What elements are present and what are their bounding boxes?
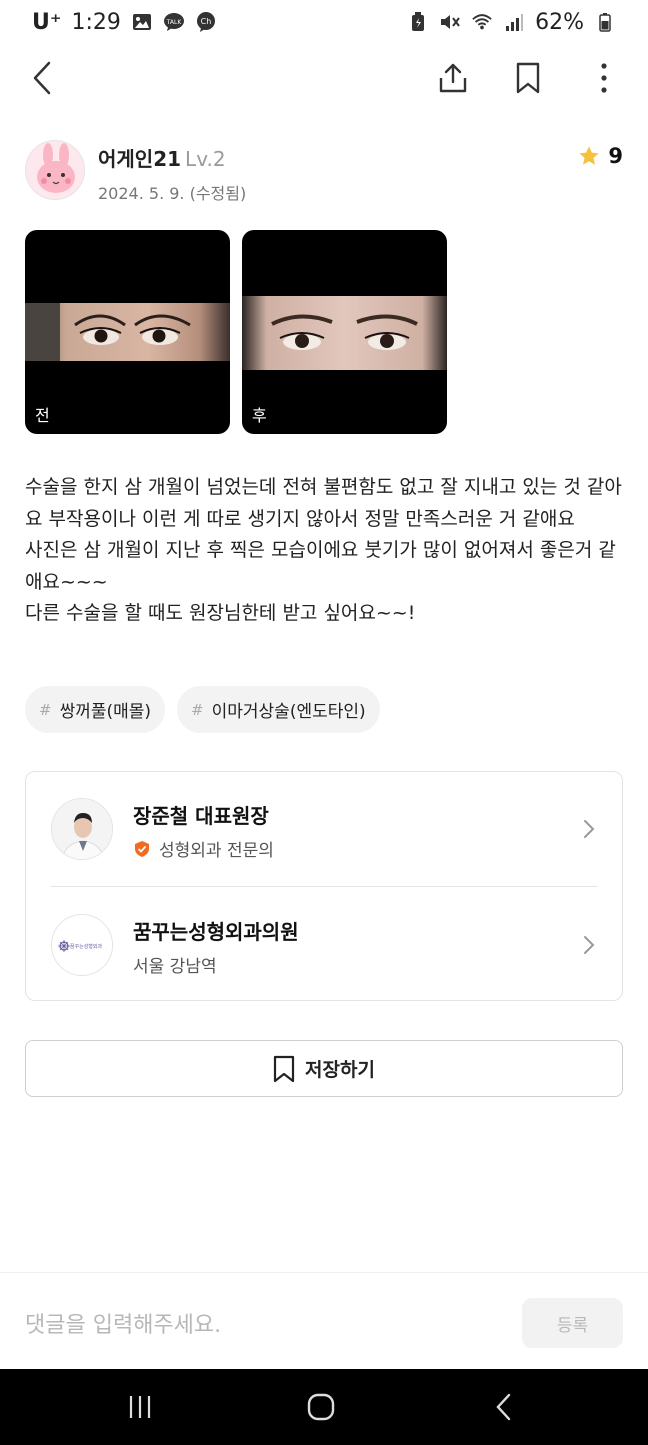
tag-chip[interactable]: # 쌍꺼풀(매몰) [25,686,166,733]
review-author: 어게인21 Lv.2 2024. 5. 9. (수정됨) 9 [25,140,623,203]
rating-value: 9 [608,144,623,168]
wifi-icon [471,11,493,33]
doctor-clinic-card: 장준철 대표원장 성형외과 전문의 꿈꾸는성형외과 꿈꾸는성형외과의원 서울 강… [25,771,623,1001]
doctor-specialty-line: 성형외과 전문의 [133,836,274,861]
battery-icon [594,11,616,33]
author-level: Lv.2 [185,147,226,171]
review-photos: 전 후 [25,230,447,434]
photo-before[interactable]: 전 [25,230,230,434]
doctor-row[interactable]: 장준철 대표원장 성형외과 전문의 [26,772,622,886]
status-bar: U⁺ 1:29 TALK Ch 62% [0,0,648,44]
comment-input[interactable]: 댓글을 입력해주세요. [25,1307,221,1339]
review-text: 수술을 한지 삼 개월이 넘었는데 전혀 불편함도 없고 잘 지내고 있는 것 … [25,476,622,624]
star-icon [579,146,599,165]
doctor-specialty: 성형외과 전문의 [159,841,274,861]
avatar[interactable] [25,140,85,200]
clinic-logo: 꿈꾸는성형외과 [51,914,113,976]
kakaotalk-icon: TALK [163,11,185,33]
status-time: 1:29 [71,9,121,35]
tag-chip[interactable]: # 이마거상술(엔도타인) [177,686,380,733]
divider [50,886,598,887]
recent-apps-icon[interactable] [118,1387,162,1427]
more-vertical-icon[interactable] [582,56,626,100]
carrier-label: U⁺ [32,9,62,35]
doctor-avatar [51,798,113,860]
save-button-label: 저장하기 [305,1059,375,1081]
share-icon[interactable] [431,56,475,100]
tag-list: # 쌍꺼풀(매몰) # 이마거상술(엔도타인) [25,686,380,733]
tag-label: 이마거상술(엔도타인) [211,702,366,722]
clinic-location: 서울 강남역 [133,952,217,977]
hash-icon: # [39,700,52,719]
back-arrow-icon[interactable] [20,56,64,100]
bookmark-icon[interactable] [506,56,550,100]
chevron-right-icon [584,936,595,954]
home-icon[interactable] [299,1387,343,1427]
svg-text:Ch: Ch [201,17,212,26]
svg-text:꿈꾸는성형외과: 꿈꾸는성형외과 [70,943,103,950]
rating: 9 [578,144,623,168]
signal-icon [503,11,525,33]
doctor-name: 장준철 대표원장 [133,804,269,828]
specialist-badge-icon [135,840,149,857]
battery-percent: 62% [535,9,584,35]
photo-label-before: 전 [35,406,50,425]
eyes-after-image [242,296,447,370]
save-button[interactable]: 저장하기 [25,1040,623,1097]
photo-after[interactable]: 후 [242,230,447,434]
system-nav-bar [0,1369,648,1445]
hash-icon: # [191,700,204,719]
submit-comment-button[interactable]: 등록 [522,1298,623,1348]
image-icon [131,11,153,33]
eyes-before-image [25,303,230,361]
battery-saver-icon [407,11,429,33]
svg-text:TALK: TALK [166,19,183,26]
bookmark-icon [273,1055,295,1082]
top-bar [0,46,648,110]
channel-icon: Ch [195,11,217,33]
review-date: 2024. 5. 9. (수정됨) [98,184,247,203]
photo-label-after: 후 [252,406,267,425]
mute-icon [439,11,461,33]
clinic-name: 꿈꾸는성형외과의원 [133,920,299,944]
back-icon[interactable] [481,1387,525,1427]
comment-bar: 댓글을 입력해주세요. 등록 [0,1272,648,1369]
tag-label: 쌍꺼풀(매몰) [59,702,152,722]
author-name[interactable]: 어게인21 [98,147,181,171]
clinic-location-text: 서울 강남역 [133,957,217,977]
chevron-right-icon [584,820,595,838]
clinic-row[interactable]: 꿈꾸는성형외과 꿈꾸는성형외과의원 서울 강남역 [26,888,622,1002]
author-name-line: 어게인21 Lv.2 [98,143,226,172]
